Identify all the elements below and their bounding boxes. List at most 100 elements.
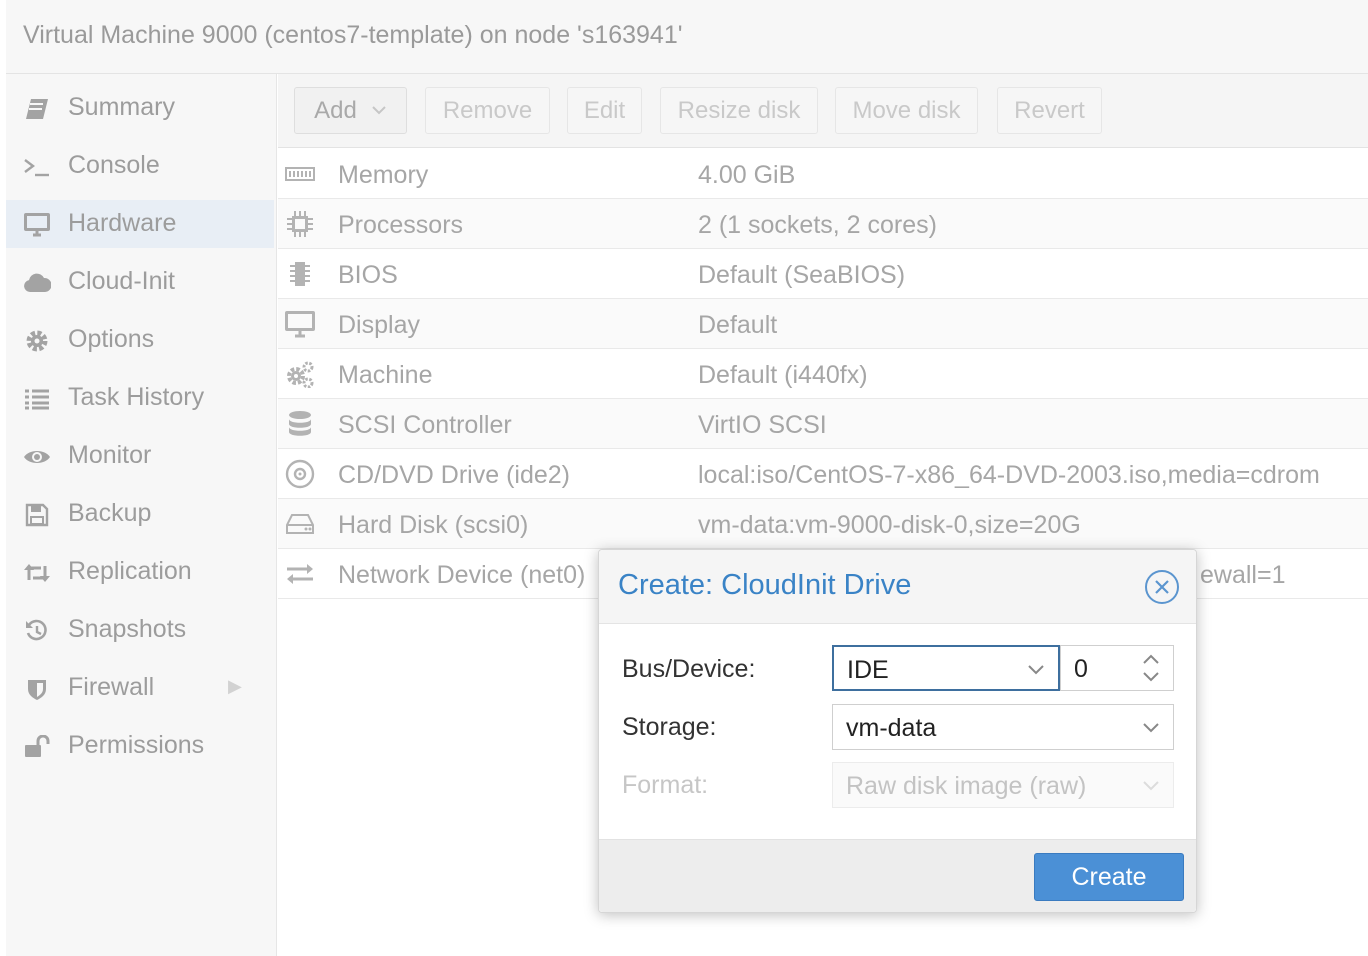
format-label: Format:: [622, 771, 709, 799]
eye-icon: [22, 442, 52, 472]
sidebar-item-options[interactable]: Options: [6, 316, 274, 364]
row-name: Network Device (net0): [338, 561, 586, 589]
sidebar-item-label: Cloud-Init: [68, 267, 175, 295]
sidebar-item-label: Permissions: [68, 731, 205, 759]
resize-disk-button[interactable]: Resize disk: [660, 87, 818, 134]
sidebar-item-hardware[interactable]: Hardware: [6, 200, 274, 248]
table-row[interactable]: SCSI Controller VirtIO SCSI: [278, 399, 1368, 449]
storage-select-value: vm-data: [846, 714, 937, 742]
spin-up-icon[interactable]: [1141, 652, 1161, 666]
exchange-icon: [284, 559, 316, 589]
cpu-icon: [284, 209, 316, 239]
storage-select[interactable]: vm-data: [832, 704, 1174, 750]
sidebar-item-label: Monitor: [68, 441, 152, 469]
format-select-value: Raw disk image (raw): [846, 772, 1087, 800]
spin-down-icon[interactable]: [1141, 670, 1161, 684]
bus-select-value: IDE: [847, 656, 889, 684]
bus-select[interactable]: IDE: [832, 645, 1060, 691]
add-button[interactable]: Add: [294, 87, 407, 134]
table-row[interactable]: Memory 4.00 GiB: [278, 149, 1368, 199]
table-row[interactable]: BIOS Default (SeaBIOS): [278, 249, 1368, 299]
title-bar: Virtual Machine 9000 (centos7-template) …: [6, 0, 1368, 74]
row-value: local:iso/CentOS-7-x86_64-DVD-2003.iso,m…: [698, 461, 1320, 489]
chevron-down-icon: [1141, 775, 1161, 795]
terminal-icon: [22, 152, 52, 182]
row-name: SCSI Controller: [338, 411, 512, 439]
sidebar-item-label: Hardware: [68, 209, 177, 237]
chevron-down-icon: [371, 102, 387, 119]
row-name: Hard Disk (scsi0): [338, 511, 529, 539]
chevron-down-icon: [1141, 717, 1161, 737]
add-button-label: Add: [314, 96, 357, 124]
format-select[interactable]: Raw disk image (raw): [832, 762, 1174, 808]
device-number-value: 0: [1074, 655, 1088, 683]
cogs-icon: [284, 359, 316, 389]
history-icon: [22, 616, 52, 646]
row-value: 2 (1 sockets, 2 cores): [698, 211, 937, 239]
row-name: CD/DVD Drive (ide2): [338, 461, 570, 489]
row-name: Memory: [338, 161, 429, 189]
sidebar-item-label: Snapshots: [68, 615, 187, 643]
microchip-icon: [284, 259, 316, 289]
sidebar-item-summary[interactable]: Summary: [6, 84, 274, 132]
row-value: vm-data:vm-9000-disk-0,size=20G: [698, 511, 1081, 539]
sidebar-item-backup[interactable]: Backup: [6, 490, 274, 538]
sidebar-item-firewall[interactable]: Firewall ▶: [6, 664, 274, 712]
floppy-icon: [22, 500, 52, 530]
table-row[interactable]: Processors 2 (1 sockets, 2 cores): [278, 199, 1368, 249]
row-value: Default: [698, 311, 778, 339]
sidebar-item-label: Console: [68, 151, 160, 179]
list-icon: [22, 384, 52, 414]
book-icon: [22, 94, 52, 124]
row-value: ewall=1: [1200, 561, 1286, 589]
dialog-footer: Create: [599, 839, 1196, 912]
table-row[interactable]: Machine Default (i440fx): [278, 349, 1368, 399]
row-name: Display: [338, 311, 420, 339]
storage-label: Storage:: [622, 713, 717, 741]
shield-icon: [22, 674, 52, 704]
dialog-title: Create: CloudInit Drive: [618, 569, 912, 601]
chevron-down-icon: [1026, 659, 1046, 679]
create-cloudinit-dialog: Create: CloudInit Drive Bus/Device: IDE …: [598, 549, 1197, 913]
bus-device-label: Bus/Device:: [622, 655, 756, 683]
memory-icon: [284, 159, 316, 189]
row-name: Processors: [338, 211, 464, 239]
row-name: Machine: [338, 361, 433, 389]
cdrom-icon: [284, 459, 316, 489]
move-disk-button[interactable]: Move disk: [835, 87, 978, 134]
sidebar-item-label: Firewall: [68, 673, 155, 701]
remove-button[interactable]: Remove: [425, 87, 550, 134]
sidebar-item-monitor[interactable]: Monitor: [6, 432, 274, 480]
unlock-icon: [22, 732, 52, 762]
sidebar-item-label: Replication: [68, 557, 192, 585]
sidebar-item-snapshots[interactable]: Snapshots: [6, 606, 274, 654]
cloud-icon: [22, 268, 52, 298]
desktop-icon: [22, 210, 52, 240]
hardware-toolbar: Add Remove Edit Resize disk Move disk Re…: [278, 74, 1368, 148]
sidebar-item-cloud-init[interactable]: Cloud-Init: [6, 258, 274, 306]
sidebar-item-replication[interactable]: Replication: [6, 548, 274, 596]
sidebar-item-permissions[interactable]: Permissions: [6, 722, 274, 770]
retweet-icon: [22, 558, 52, 588]
device-number-stepper[interactable]: 0: [1060, 645, 1174, 691]
row-value: Default (SeaBIOS): [698, 261, 906, 289]
revert-button[interactable]: Revert: [997, 87, 1102, 134]
table-row[interactable]: Hard Disk (scsi0) vm-data:vm-9000-disk-0…: [278, 499, 1368, 549]
table-row[interactable]: CD/DVD Drive (ide2) local:iso/CentOS-7-x…: [278, 449, 1368, 499]
gear-icon: [22, 326, 52, 356]
row-name: BIOS: [338, 261, 398, 289]
sidebar-item-console[interactable]: Console: [6, 142, 274, 190]
expand-arrow-icon[interactable]: ▶: [228, 676, 242, 697]
sidebar-item-label: Options: [68, 325, 155, 353]
sidebar-item-label: Summary: [68, 93, 175, 121]
dialog-header: Create: CloudInit Drive: [599, 550, 1196, 624]
sidebar-item-task-history[interactable]: Task History: [6, 374, 274, 422]
monitor-icon: [284, 309, 316, 339]
edit-button[interactable]: Edit: [567, 87, 642, 134]
table-row[interactable]: Display Default: [278, 299, 1368, 349]
close-icon[interactable]: [1145, 570, 1179, 604]
sidebar: Summary Console Hardware Cloud-Init Opti…: [6, 74, 277, 956]
hdd-icon: [284, 509, 316, 539]
database-icon: [284, 409, 316, 439]
create-button[interactable]: Create: [1034, 853, 1184, 901]
